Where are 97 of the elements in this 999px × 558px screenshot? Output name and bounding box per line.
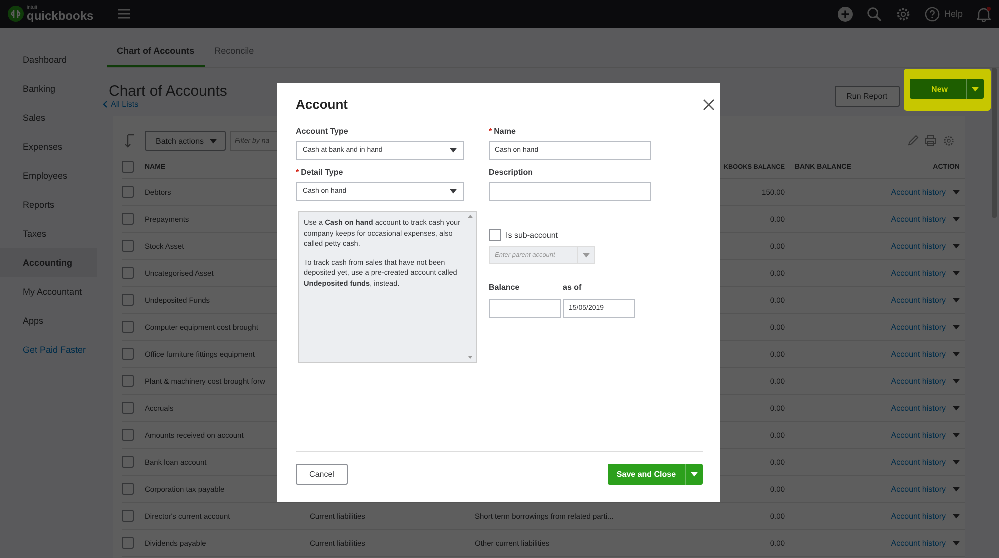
sidebar-item[interactable]: Taxes (0, 219, 97, 248)
row-checkbox[interactable] (122, 510, 134, 522)
help-link[interactable]: Help (944, 9, 963, 19)
row-checkbox[interactable] (122, 402, 134, 414)
row-checkbox[interactable] (122, 294, 134, 306)
new-button[interactable]: New (910, 79, 984, 99)
caret-icon (450, 148, 457, 153)
account-history-link[interactable]: Account history (891, 484, 946, 494)
sidebar-item[interactable]: Sales (0, 103, 97, 132)
row-checkbox[interactable] (122, 429, 134, 441)
run-report-button[interactable]: Run Report (834, 86, 900, 106)
row-checkbox[interactable] (122, 213, 134, 225)
description-field[interactable] (489, 182, 651, 201)
sidebar-item[interactable]: Employees (0, 161, 97, 190)
account-history-link[interactable]: Account history (891, 404, 946, 412)
caret-icon[interactable] (953, 406, 960, 410)
account-history-link[interactable]: Account history (891, 188, 946, 196)
checkbox-label: Is sub-account (506, 230, 558, 240)
caret-icon (691, 472, 698, 477)
account-history-link[interactable]: Account history (891, 214, 946, 224)
plus-icon[interactable] (838, 6, 854, 22)
account-history-link[interactable]: Account history (891, 512, 946, 520)
save-and-close-button[interactable]: Save and Close (608, 464, 703, 485)
balance-field[interactable] (489, 299, 561, 318)
brand-name: quickbooks (27, 10, 94, 22)
caret-icon[interactable] (953, 352, 960, 356)
caret-icon[interactable] (953, 378, 960, 384)
logo-icon (8, 6, 24, 22)
field-label: Balance (489, 283, 521, 294)
caret-icon[interactable] (953, 460, 960, 464)
field-label: as of (563, 283, 583, 294)
back-link[interactable]: All Lists (103, 100, 228, 109)
sidebar-item[interactable]: Banking (0, 74, 97, 103)
cancel-button[interactable]: Cancel (296, 464, 348, 485)
row-checkbox[interactable] (122, 483, 134, 495)
menu-icon[interactable] (118, 9, 130, 19)
caret-icon (582, 252, 590, 258)
caret-icon (210, 138, 218, 144)
select-all-checkbox[interactable] (122, 161, 134, 173)
caret-icon[interactable] (953, 270, 960, 276)
account-history-link[interactable]: Account history (891, 430, 946, 440)
caret-icon[interactable] (953, 486, 960, 492)
row-checkbox[interactable] (122, 375, 134, 387)
caret-icon[interactable] (953, 216, 960, 222)
scroll-down-icon[interactable] (468, 356, 473, 359)
row-checkbox[interactable] (122, 186, 134, 198)
required-mark: * (489, 127, 492, 138)
row-checkbox[interactable] (122, 321, 134, 333)
dialog-title: Account (296, 96, 348, 112)
caret-icon (450, 189, 457, 194)
sidebar-link[interactable]: Get Paid Faster (0, 335, 97, 364)
row-checkbox[interactable] (122, 537, 134, 549)
sidebar-item[interactable]: Dashboard (0, 45, 97, 74)
chevron-left-icon (103, 101, 108, 108)
close-icon[interactable] (703, 99, 715, 111)
sort-icon[interactable] (125, 134, 137, 148)
required-mark: * (296, 168, 300, 179)
account-history-link[interactable]: Account history (891, 538, 946, 548)
sidebar-item[interactable]: Accounting (0, 248, 97, 277)
notification-icon[interactable] (977, 6, 991, 22)
scroll-up-icon[interactable] (468, 215, 473, 218)
help-icon[interactable] (925, 6, 940, 22)
batch-actions-dropdown[interactable]: Batch actions (145, 131, 226, 151)
settings-icon[interactable] (896, 6, 912, 22)
caret-icon[interactable] (953, 514, 960, 518)
account-history-link[interactable]: Account history (891, 376, 946, 386)
caret-icon[interactable] (953, 190, 960, 194)
account-history-link[interactable]: Account history (891, 296, 946, 304)
field-label: Description (489, 168, 534, 179)
row-checkbox[interactable] (122, 348, 134, 360)
printer-icon[interactable] (925, 135, 937, 147)
row-checkbox[interactable] (122, 267, 134, 279)
pencil-icon[interactable] (908, 135, 919, 146)
account-history-link[interactable]: Account history (891, 242, 946, 250)
settings-icon[interactable] (943, 135, 955, 147)
caret-icon[interactable] (953, 298, 960, 302)
caret-icon[interactable] (953, 324, 960, 330)
account-history-link[interactable]: Account history (891, 458, 946, 466)
sidebar-item[interactable]: Reports (0, 190, 97, 219)
caret-icon (972, 86, 979, 92)
sub-account-checkbox[interactable] (489, 229, 501, 241)
field-label: Name (494, 127, 516, 138)
account-history-link[interactable]: Account history (891, 322, 946, 332)
sidebar-item[interactable]: My Accountant (0, 277, 97, 306)
account-history-link[interactable]: Account history (891, 268, 946, 278)
search-icon[interactable] (867, 6, 882, 22)
caret-icon[interactable] (953, 244, 960, 248)
sidebar-item[interactable]: Apps (0, 306, 97, 335)
tab[interactable]: Chart of Accounts (107, 40, 205, 67)
caret-icon[interactable] (953, 432, 960, 438)
scrollbar[interactable] (992, 68, 997, 218)
sidebar-item[interactable]: Expenses (0, 132, 97, 161)
account-history-link[interactable]: Account history (891, 350, 946, 358)
row-checkbox[interactable] (122, 240, 134, 252)
caret-icon[interactable] (953, 540, 960, 546)
row-checkbox[interactable] (122, 456, 134, 468)
page-title: Chart of Accounts (109, 83, 228, 100)
